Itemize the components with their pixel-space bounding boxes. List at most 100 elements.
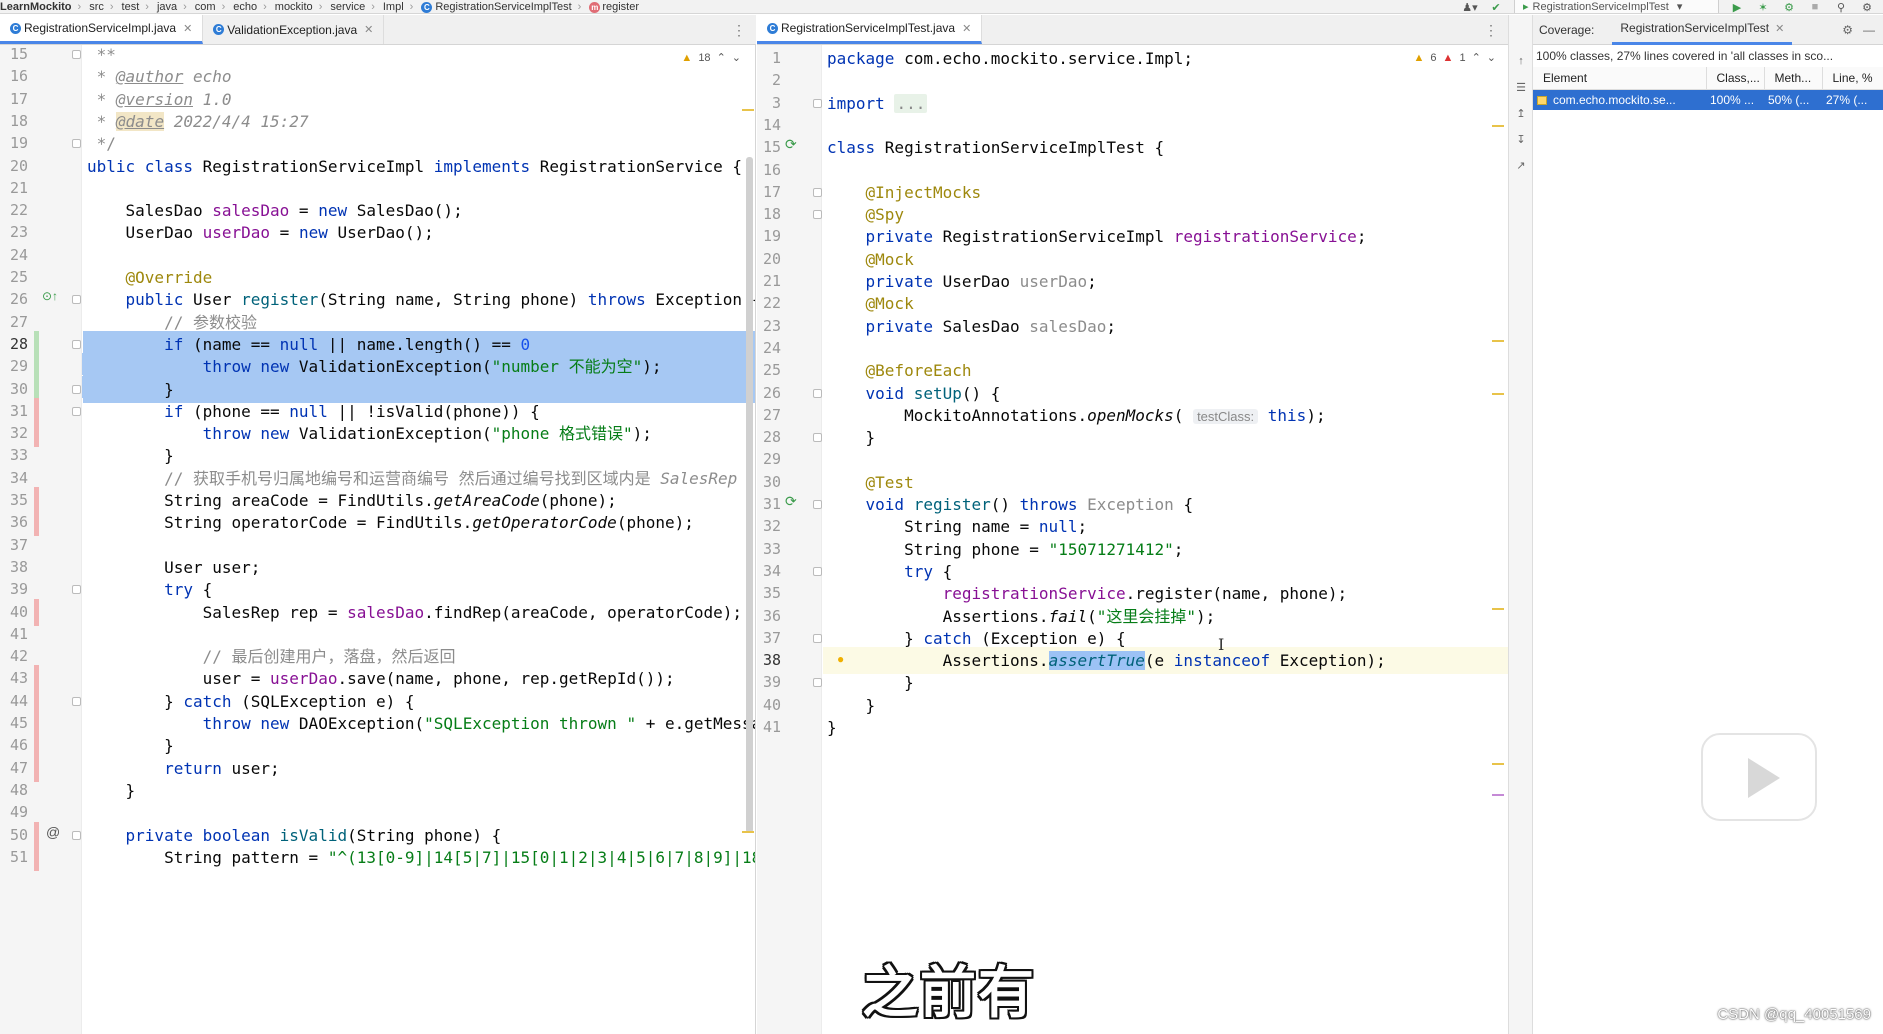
coverage-column-header[interactable]: Meth... [1764, 67, 1823, 90]
chevron-up-icon[interactable]: ⌃ [717, 51, 726, 64]
inspection-widget[interactable]: ▲ 18 ⌃ ⌄ [681, 51, 741, 65]
search-icon[interactable]: ⚲ [1833, 1, 1849, 14]
warning-stripe-mark[interactable] [1492, 340, 1504, 342]
code-token: ; [1087, 272, 1097, 291]
fold-marker-icon[interactable] [813, 633, 822, 643]
debug-icon[interactable]: ✶ [1755, 1, 1771, 14]
stop-icon[interactable]: ■ [1807, 1, 1823, 13]
fold-marker-icon[interactable] [72, 696, 81, 706]
coverage-table[interactable]: Element Class,... Meth... Line, % com.echo.… [1533, 67, 1883, 110]
fold-marker-icon[interactable] [72, 295, 81, 305]
editor-tab[interactable]: C RegistrationServiceImpl.java ✕ [0, 15, 204, 44]
breadcrumb-item[interactable]: LearnMockito [0, 1, 72, 13]
editor-tab[interactable]: C RegistrationServiceImplTest.java ✕ [757, 15, 983, 44]
code-line[interactable]: } [823, 714, 1508, 741]
fold-marker-icon[interactable] [813, 433, 822, 443]
breadcrumb-item[interactable]: echo [231, 1, 257, 13]
breadcrumb-item[interactable]: Impl [381, 1, 404, 13]
minimize-icon[interactable]: — [1863, 23, 1875, 37]
breadcrumb-item[interactable]: C RegistrationServiceImplTest [419, 1, 572, 13]
warning-stripe-mark[interactable] [1492, 763, 1504, 765]
build-hammer-icon[interactable]: ✔ [1488, 1, 1504, 14]
code-area[interactable]: package com.echo.mockito.service.Impl; im… [823, 45, 1508, 1034]
warning-stripe-mark[interactable] [1492, 125, 1504, 127]
scrollbar-thumb[interactable] [746, 157, 753, 833]
change-marker[interactable] [34, 420, 39, 448]
fold-marker-icon[interactable] [72, 384, 81, 394]
fold-marker-icon[interactable] [813, 388, 822, 398]
change-marker[interactable] [34, 509, 39, 537]
fold-marker-icon[interactable] [813, 187, 822, 197]
fold-marker-icon[interactable] [72, 50, 81, 59]
breadcrumb-item[interactable]: test [120, 1, 140, 13]
coverage-column-header[interactable]: Class,... [1706, 67, 1765, 90]
breadcrumb-item[interactable]: com [193, 1, 216, 13]
fold-marker-icon[interactable] [72, 585, 81, 595]
error-stripe-mark[interactable] [1492, 794, 1504, 796]
fold-marker-icon[interactable] [813, 210, 822, 220]
code-area[interactable]: ** * @author echo * @version 1.0 * @date… [83, 45, 755, 1034]
scroll-from-source-icon[interactable]: ↧ [1514, 133, 1528, 147]
run-icon[interactable]: ▶ [1729, 1, 1745, 14]
warning-stripe-mark[interactable] [1492, 608, 1504, 610]
coverage-tab[interactable]: RegistrationServiceImplTest ✕ [1612, 15, 1793, 45]
export-icon[interactable]: ↗ [1514, 159, 1528, 173]
editor-tab[interactable]: C ValidationException.java ✕ [203, 15, 385, 44]
coverage-column-header[interactable]: Element [1533, 67, 1707, 90]
chevron-up-icon[interactable]: ⌃ [1472, 51, 1481, 64]
breadcrumb-item[interactable]: mockito [273, 1, 313, 13]
code-token: setUp [913, 383, 962, 403]
tab-menu-icon[interactable]: ⋮ [1484, 22, 1498, 39]
warning-stripe-mark[interactable] [742, 831, 754, 833]
left-code-editor[interactable]: 15 16 17 18 19 20 21 22 23 24 25 26 27 28 29 30 31 32 33 34… [0, 45, 756, 1034]
at-annotation-icon[interactable]: @ [46, 824, 60, 840]
fold-marker-icon[interactable] [72, 830, 81, 840]
settings-gear-icon[interactable]: ⚙ [1859, 1, 1875, 14]
code-token: @Test [827, 472, 914, 492]
chevron-down-icon[interactable]: ⌄ [732, 51, 741, 64]
close-icon[interactable]: ✕ [962, 22, 971, 35]
change-marker[interactable] [34, 843, 39, 871]
fold-marker-icon[interactable] [813, 500, 822, 509]
settings-gear-icon[interactable]: ⚙ [1842, 23, 1853, 37]
code-line[interactable]: String pattern = "^(13[0-9]|14[5|7]|15[0… [83, 844, 755, 871]
coverage-row[interactable]: com.echo.mockito.se... 100% ... 50% (... 27… [1533, 89, 1883, 110]
breadcrumb-item[interactable]: m register [587, 1, 639, 13]
fold-marker-icon[interactable] [72, 139, 81, 149]
chevron-down-icon[interactable]: ⌄ [1487, 51, 1496, 64]
run-test-icon[interactable]: ⟳ [785, 136, 797, 153]
right-code-editor[interactable]: 1 2 3 14 15 16 17 18 19 20 21 22 23 24 25 26 27 28 29 30 31 3… [757, 45, 1508, 1034]
code-token: Exception [1087, 495, 1174, 514]
implementing-method-icon[interactable]: ⊙↑ [42, 289, 58, 303]
flatten-packages-icon[interactable]: ☰ [1514, 81, 1528, 95]
code-token: salesDao [347, 602, 425, 622]
arrow-up-icon[interactable]: ↑ [1514, 55, 1528, 69]
coverage-column-header[interactable]: Line, % [1822, 67, 1883, 90]
line-number-gutter[interactable]: 15 16 17 18 19 20 21 22 23 24 25 26 27 28 29 30 31 32 33 34… [0, 45, 86, 1034]
fold-marker-icon[interactable] [813, 678, 822, 688]
intention-bulb-icon[interactable]: ● [837, 652, 844, 666]
navigate-source-icon[interactable]: ↥ [1514, 107, 1528, 121]
tab-menu-icon[interactable]: ⋮ [732, 22, 746, 39]
fold-marker-icon[interactable] [72, 406, 81, 416]
run-configuration-selector[interactable]: ▸ RegistrationServiceImplTest ▾ [1514, 0, 1719, 13]
fold-marker-icon[interactable] [72, 339, 81, 349]
run-test-icon[interactable]: ⟳ [785, 493, 797, 510]
close-icon[interactable]: ✕ [183, 22, 192, 35]
fold-marker-icon[interactable] [813, 566, 822, 576]
coverage-run-icon[interactable]: ⚙ [1781, 1, 1797, 14]
warning-stripe-mark[interactable] [1492, 393, 1504, 395]
user-icon[interactable]: ♟▾ [1462, 1, 1478, 14]
breadcrumb-item[interactable]: src [87, 1, 104, 13]
breadcrumb-item[interactable]: service [328, 1, 365, 13]
fold-marker-icon[interactable] [813, 98, 822, 108]
inspection-widget[interactable]: ▲ 6 ▲ 1 ⌃ ⌄ [1414, 51, 1496, 65]
change-marker[interactable] [34, 598, 39, 626]
change-marker[interactable] [34, 754, 39, 782]
breadcrumb-item[interactable]: java [155, 1, 177, 13]
close-icon[interactable]: ✕ [364, 23, 373, 36]
line-number-gutter[interactable]: 1 2 3 14 15 16 17 18 19 20 21 22 23 24 25 26 27 28 29 30 31 3… [757, 45, 822, 1034]
close-icon[interactable]: ✕ [1775, 22, 1784, 35]
warning-stripe-mark[interactable] [742, 109, 754, 111]
